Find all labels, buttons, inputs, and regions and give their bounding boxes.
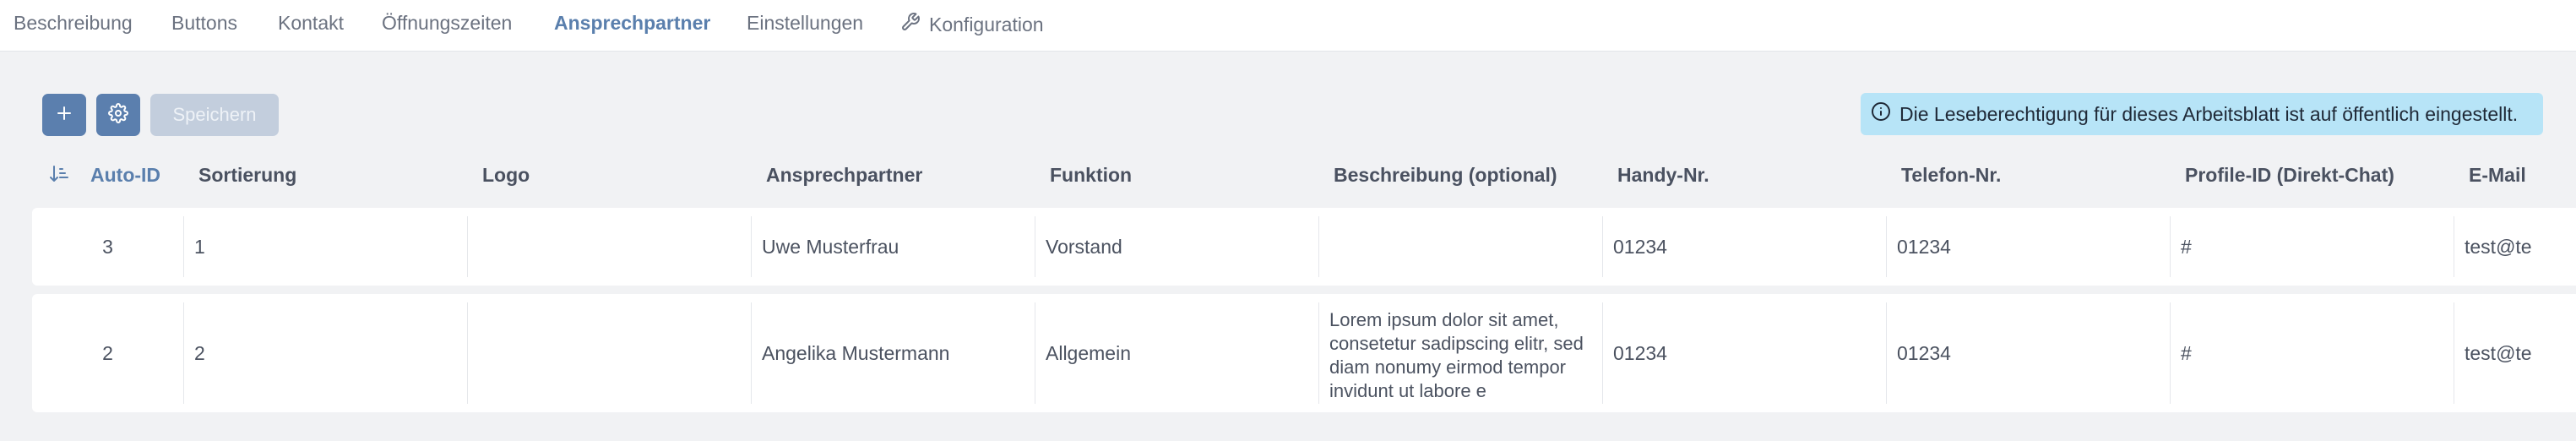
column-header-profile-id[interactable]: Profile-ID (Direkt-Chat) [2185,164,2394,187]
tab-buttons[interactable]: Buttons [171,12,237,35]
gear-icon [108,102,128,128]
cell-ansprechpartner[interactable]: Uwe Musterfrau [751,216,1035,277]
cell-logo[interactable] [467,216,751,277]
cell-auto-id: 3 [102,235,113,258]
table-header: Auto-ID Sortierung Logo Ansprechpartner … [0,159,2576,189]
cell-email[interactable]: test@te [2454,302,2576,404]
column-header-logo[interactable]: Logo [482,164,530,187]
column-header-sortierung[interactable]: Sortierung [198,164,296,187]
column-header-auto-id[interactable]: Auto-ID [90,164,160,187]
tab-beschreibung[interactable]: Beschreibung [14,12,133,35]
cell-email[interactable]: test@te [2454,216,2576,277]
tab-label: Buttons [171,12,237,34]
cell-logo[interactable] [467,302,751,404]
tab-label: Ansprechpartner [554,12,711,34]
table-row[interactable]: 3 1 Uwe Musterfrau Vorstand 01234 01234 … [32,208,2576,286]
tab-oeffnungszeiten[interactable]: Öffnungszeiten [382,12,512,35]
column-header-funktion[interactable]: Funktion [1050,164,1132,187]
info-circle-icon [1871,101,1891,127]
save-button[interactable]: Speichern [150,94,279,136]
plus-icon [54,103,74,128]
cell-profile-id[interactable]: # [2170,216,2454,277]
tab-konfiguration[interactable]: Konfiguration [900,12,1044,37]
tab-label: Konfiguration [929,13,1044,35]
column-header-handy[interactable]: Handy-Nr. [1617,164,1709,187]
cell-telefon[interactable]: 01234 [1886,216,2170,277]
column-header-ansprechpartner[interactable]: Ansprechpartner [766,164,922,187]
wrench-icon [900,12,921,37]
cell-ansprechpartner[interactable]: Angelika Mustermann [751,302,1035,404]
tab-label: Einstellungen [747,12,864,34]
sort-ascending-icon[interactable] [49,164,71,184]
tab-bar: Beschreibung Buttons Kontakt Öffnungszei… [0,0,2576,52]
tab-label: Beschreibung [14,12,133,34]
add-button[interactable] [42,94,86,136]
cell-sortierung[interactable]: 2 [183,302,467,404]
column-header-beschreibung[interactable]: Beschreibung (optional) [1334,164,1557,187]
table-row[interactable]: 2 2 Angelika Mustermann Allgemein Lorem … [32,294,2576,412]
cell-profile-id[interactable]: # [2170,302,2454,404]
cell-funktion[interactable]: Vorstand [1035,216,1318,277]
cell-auto-id: 2 [102,341,113,364]
info-banner-text: Die Leseberechtigung für dieses Arbeitsb… [1899,102,2519,125]
tab-label: Kontakt [278,12,344,34]
tab-ansprechpartner[interactable]: Ansprechpartner [554,12,710,35]
cell-telefon[interactable]: 01234 [1886,302,2170,404]
column-header-email[interactable]: E-Mail [2469,164,2526,187]
settings-button[interactable] [96,94,140,136]
tab-kontakt[interactable]: Kontakt [278,12,344,35]
info-banner: Die Leseberechtigung für dieses Arbeitsb… [1861,93,2543,135]
cell-handy[interactable]: 01234 [1602,216,1886,277]
cell-handy[interactable]: 01234 [1602,302,1886,404]
tab-einstellungen[interactable]: Einstellungen [747,12,863,35]
tab-label: Öffnungszeiten [382,12,513,34]
cell-funktion[interactable]: Allgemein [1035,302,1318,404]
column-header-telefon[interactable]: Telefon-Nr. [1901,164,2001,187]
cell-sortierung[interactable]: 1 [183,216,467,277]
cell-beschreibung[interactable] [1318,216,1602,277]
cell-beschreibung[interactable]: Lorem ipsum dolor sit amet, consetetur s… [1318,302,1602,404]
